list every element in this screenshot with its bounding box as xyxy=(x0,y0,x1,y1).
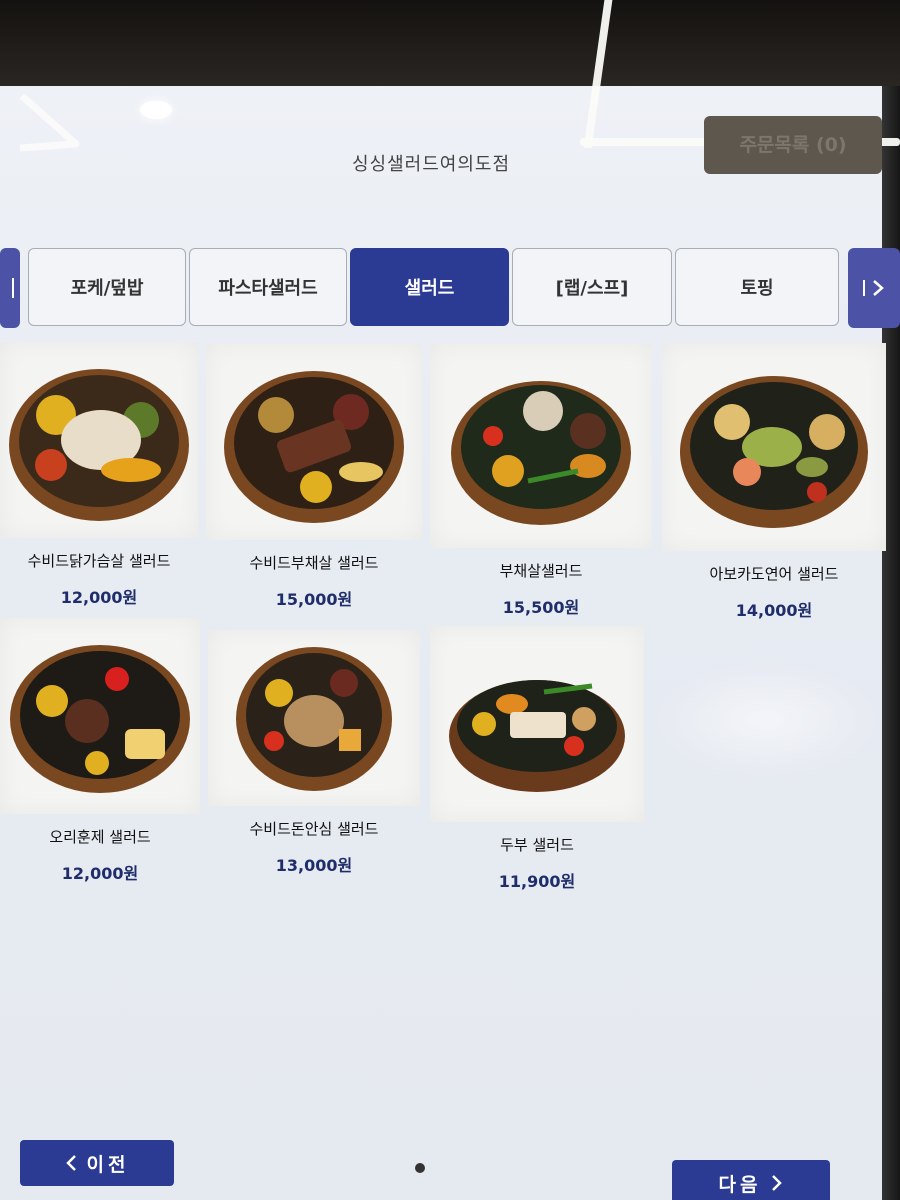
prev-page-label: 이전 xyxy=(86,1153,130,1176)
menu-item-card[interactable]: 부채살샐러드 15,500원 xyxy=(430,344,652,618)
menu-item-card[interactable]: 아보카도연어 샐러드 14,000원 xyxy=(662,343,886,621)
prev-page-button[interactable]: 이전 xyxy=(20,1140,174,1186)
chevron-left-icon xyxy=(65,1155,76,1171)
salad-photo xyxy=(206,344,422,540)
salad-photo xyxy=(430,344,652,548)
menu-item-name: 수비드닭가슴살 샐러드 xyxy=(27,552,171,570)
salad-photo xyxy=(662,343,886,551)
menu-item-card[interactable]: 오리훈제 샐러드 12,000원 xyxy=(0,618,200,884)
menu-item-price: 11,900원 xyxy=(498,872,576,891)
menu-item-card[interactable]: 수비드돈안심 샐러드 13,000원 xyxy=(208,630,420,876)
tab-wrap-soup[interactable]: [랩/스프] xyxy=(512,248,672,326)
light-reflection xyxy=(140,101,172,119)
menu-item-price: 15,000원 xyxy=(275,590,353,609)
salad-photo xyxy=(430,626,644,822)
menu-item-name: 아보카도연어 샐러드 xyxy=(709,565,839,583)
bar-icon xyxy=(12,278,14,298)
menu-item-price: 12,000원 xyxy=(61,864,139,883)
menu-item-price: 13,000원 xyxy=(275,856,353,875)
menu-item-card[interactable]: 수비드닭가슴살 샐러드 12,000원 xyxy=(0,342,198,608)
tab-prev-button[interactable] xyxy=(0,248,20,328)
menu-item-card[interactable]: 수비드부채살 샐러드 15,000원 xyxy=(206,344,422,610)
salad-photo xyxy=(208,630,420,806)
menu-item-name: 수비드돈안심 샐러드 xyxy=(249,820,379,838)
screen-glare xyxy=(650,660,882,780)
next-page-label: 다음 xyxy=(718,1173,762,1196)
next-page-button[interactable]: 다음 xyxy=(672,1160,830,1200)
kiosk-bezel-top xyxy=(0,0,900,86)
menu-item-name: 부채살샐러드 xyxy=(499,562,583,580)
tab-pasta-salad[interactable]: 파스타샐러드 xyxy=(189,248,347,326)
chevron-right-icon xyxy=(863,280,884,296)
order-list-button[interactable]: 주문목록 (0) xyxy=(704,116,882,174)
tab-next-button[interactable] xyxy=(848,248,900,328)
menu-item-price: 15,500원 xyxy=(502,598,580,617)
menu-item-card[interactable]: 두부 샐러드 11,900원 xyxy=(430,626,644,892)
menu-item-name: 오리훈제 샐러드 xyxy=(49,828,151,846)
tab-poke[interactable]: 포케/덮밥 xyxy=(28,248,186,326)
page-indicator-dot xyxy=(415,1163,425,1173)
menu-item-name: 수비드부채살 샐러드 xyxy=(249,554,379,572)
tab-salad[interactable]: 샐러드 xyxy=(350,248,509,326)
menu-item-name: 두부 샐러드 xyxy=(500,836,574,854)
salad-photo xyxy=(0,618,200,814)
chevron-right-icon xyxy=(772,1175,783,1191)
menu-item-price: 14,000원 xyxy=(735,601,813,620)
tab-topping[interactable]: 토핑 xyxy=(675,248,839,326)
salad-photo xyxy=(0,342,198,538)
menu-item-price: 12,000원 xyxy=(60,588,138,607)
light-reflection xyxy=(19,93,80,152)
